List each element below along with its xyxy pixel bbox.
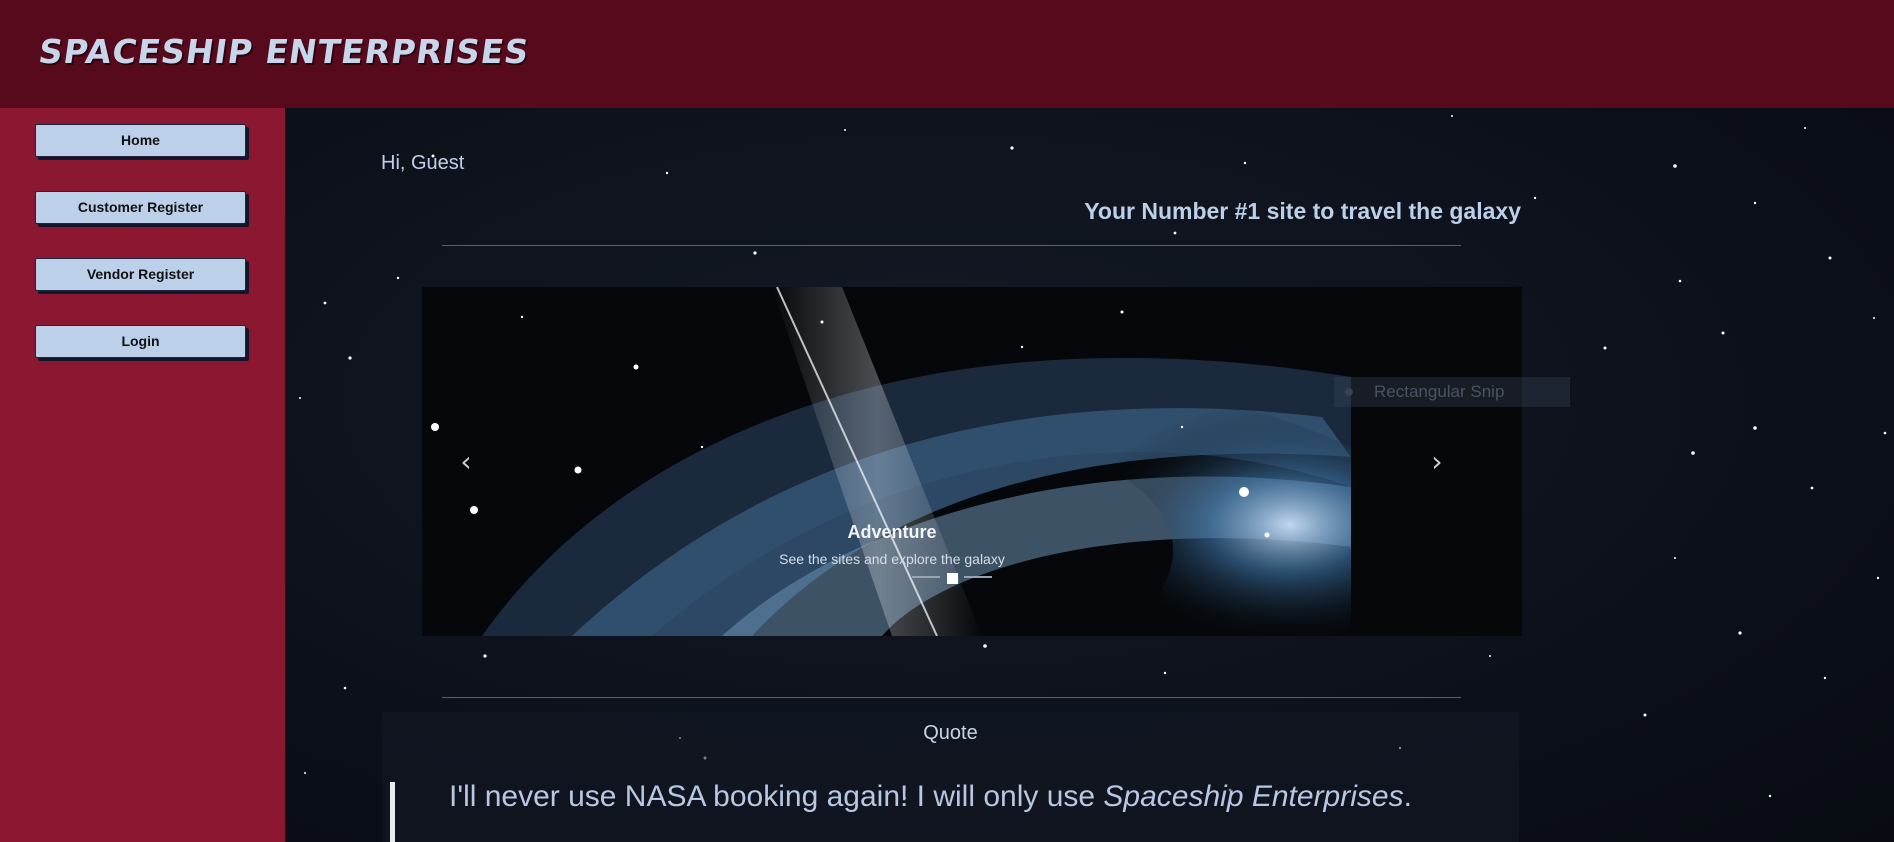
site-tagline: Your Number #1 site to travel the galaxy [1084, 198, 1521, 224]
carousel-next-icon[interactable]: › [1422, 442, 1452, 482]
quote-text-end: . [1403, 780, 1412, 813]
image-carousel[interactable]: ‹ › Adventure See the sites and explore … [422, 287, 1522, 636]
galaxy-slide-image [422, 287, 1351, 636]
quote-text-brand: Spaceship Enterprises [1103, 780, 1404, 813]
brand-logo[interactable]: Spaceship Enterprises [36, 32, 532, 71]
snip-label: Rectangular Snip [1374, 382, 1505, 401]
nav-home-button[interactable]: Home [35, 124, 246, 157]
slide-title: Adventure [847, 522, 937, 542]
main-content: Hi, Guest Your Number #1 site to travel … [285, 108, 1894, 842]
nav-vendor-register-button[interactable]: Vendor Register [35, 258, 246, 291]
quote-card: Quote I'll never use NASA booking again!… [382, 712, 1519, 842]
quote-text: I'll never use NASA booking again! I wil… [449, 780, 1412, 814]
quote-text-start: I'll never use NASA booking again! I wil… [449, 780, 1104, 813]
bottom-divider [442, 697, 1461, 698]
nav-customer-register-button[interactable]: Customer Register [35, 191, 246, 224]
greeting-text: Hi, Guest [381, 152, 465, 174]
carousel-indicator-1[interactable] [912, 576, 940, 578]
site-header: Spaceship Enterprises [0, 0, 1894, 108]
sidebar: Home Customer Register Vendor Register L… [0, 108, 285, 842]
quote-heading: Quote [923, 722, 978, 744]
snip-tool-overlay[interactable]: Rectangular Snip [1334, 377, 1570, 407]
carousel-indicator-2-active[interactable] [947, 573, 958, 584]
top-divider [442, 245, 1461, 246]
carousel-indicator-3[interactable] [964, 576, 992, 578]
nav-login-button[interactable]: Login [35, 325, 246, 358]
carousel-prev-icon[interactable]: ‹ [451, 442, 481, 482]
blockquote-bar [390, 782, 395, 842]
slide-caption: See the sites and explore the galaxy [779, 551, 1005, 567]
snip-dot-icon [1345, 388, 1353, 396]
